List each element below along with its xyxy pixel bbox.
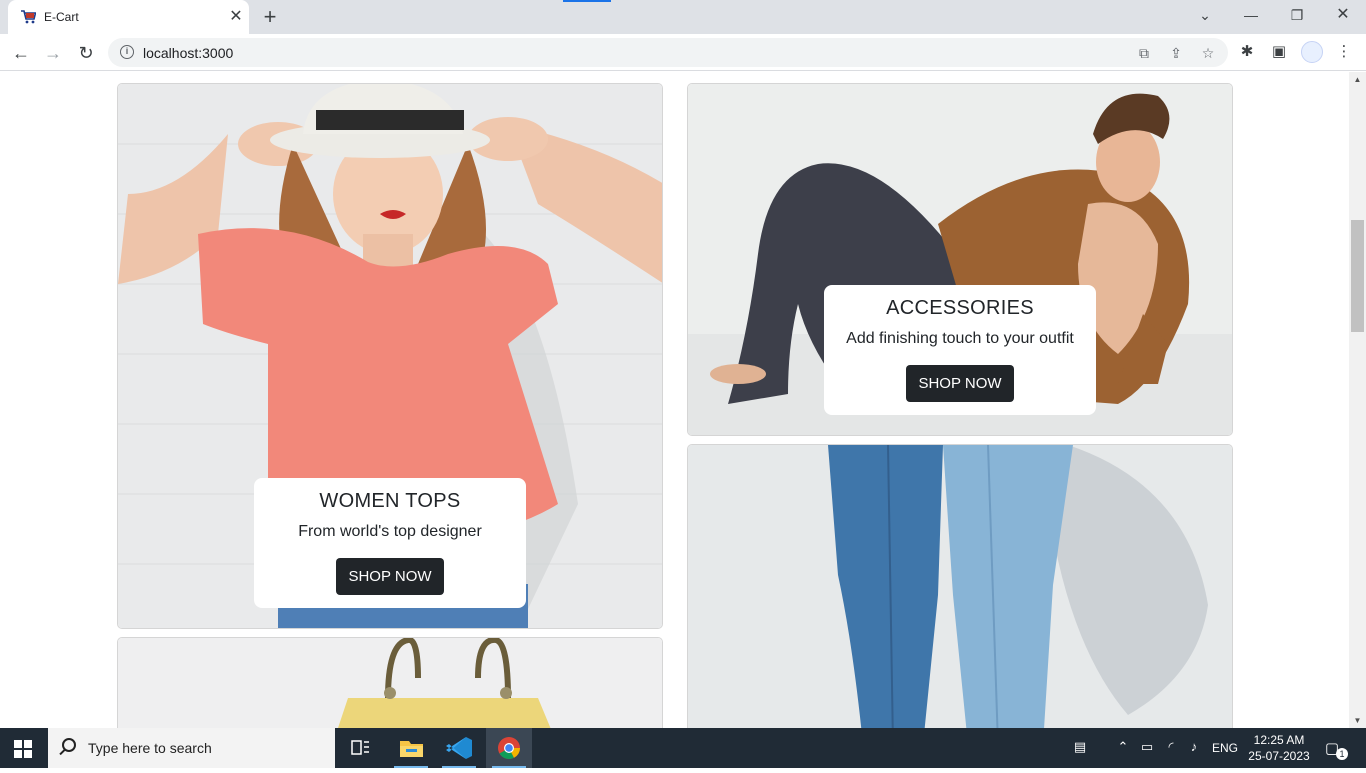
- tab-strip-indicator: [563, 0, 611, 2]
- women-tops-caption: WOMEN TOPS From world's top designer SHO…: [254, 478, 526, 608]
- restore-icon[interactable]: ❐: [1285, 4, 1309, 26]
- women-tops-card[interactable]: WOMEN TOPS From world's top designer SHO…: [117, 83, 663, 629]
- wifi-icon[interactable]: ◜: [1161, 739, 1181, 755]
- bag-image: [118, 638, 662, 728]
- browser-toolbar: ← → ↻ i localhost:3000 ⧉ ⇪ ☆ ✱ ▣ ⋮: [0, 34, 1366, 71]
- cart-icon: [21, 10, 36, 24]
- jeans-card[interactable]: [687, 444, 1233, 728]
- accessories-caption: ACCESSORIES Add finishing touch to your …: [824, 285, 1096, 415]
- reload-icon[interactable]: ↻: [73, 40, 99, 66]
- tab-close-icon[interactable]: ✕: [226, 7, 246, 27]
- new-tab-button[interactable]: +: [258, 6, 282, 28]
- minimize-icon[interactable]: —: [1239, 4, 1263, 26]
- show-hidden-icons-chevron-icon[interactable]: ⌃: [1113, 739, 1133, 755]
- notification-count-badge: 1: [1336, 748, 1348, 760]
- scroll-down-arrow-icon[interactable]: ▼: [1353, 716, 1362, 725]
- side-panel-icon[interactable]: ▣: [1268, 41, 1290, 63]
- taskbar-search-box[interactable]: Type here to search: [48, 728, 335, 768]
- tab-search-chevron-icon[interactable]: ⌄: [1193, 4, 1217, 26]
- open-in-app-icon[interactable]: ⧉: [1134, 43, 1154, 63]
- page-scrollbar[interactable]: ▲ ▼: [1349, 72, 1366, 728]
- women-tops-subtitle: From world's top designer: [298, 523, 482, 540]
- vscode-icon[interactable]: [436, 728, 482, 768]
- accessories-shop-now-button[interactable]: SHOP NOW: [906, 365, 1014, 402]
- tab-title: E-Cart: [44, 10, 79, 24]
- windows-start-icon[interactable]: [14, 740, 32, 758]
- bags-card[interactable]: [117, 637, 663, 728]
- page-viewport: WOMEN TOPS From world's top designer SHO…: [0, 72, 1349, 728]
- accessories-title: ACCESSORIES: [886, 297, 1034, 319]
- keyboard-layout-icon[interactable]: ▤: [1068, 739, 1092, 755]
- clock-date: 25-07-2023: [1248, 749, 1310, 763]
- women-tops-shop-now-button[interactable]: SHOP NOW: [336, 558, 444, 595]
- site-info-icon[interactable]: i: [120, 45, 134, 59]
- url-text: localhost:3000: [143, 45, 234, 61]
- search-icon: [62, 738, 76, 752]
- task-view-icon[interactable]: [337, 728, 383, 768]
- menu-kebab-icon[interactable]: ⋮: [1333, 41, 1355, 63]
- forward-icon[interactable]: →: [40, 40, 66, 66]
- scroll-up-arrow-icon[interactable]: ▲: [1353, 75, 1362, 84]
- taskbar-clock[interactable]: 12:25 AM 25-07-2023: [1244, 732, 1314, 764]
- share-icon[interactable]: ⇪: [1166, 43, 1186, 63]
- jeans-image: [688, 445, 1232, 728]
- battery-icon[interactable]: ▭: [1137, 739, 1157, 755]
- tab-ecart[interactable]: E-Cart ✕: [8, 0, 249, 34]
- windows-taskbar: Type here to search ▤ ⌃ ▭ ◜ ♪ ENG 12:25 …: [0, 728, 1366, 768]
- bookmark-star-icon[interactable]: ☆: [1198, 43, 1218, 63]
- chrome-icon[interactable]: [486, 728, 532, 768]
- taskbar-search-placeholder: Type here to search: [88, 740, 212, 756]
- tab-bar: E-Cart ✕ + ⌄ — ❐ ✕: [0, 0, 1366, 34]
- clock-time: 12:25 AM: [1253, 733, 1305, 747]
- back-icon[interactable]: ←: [8, 40, 34, 66]
- file-explorer-icon[interactable]: [388, 728, 434, 768]
- close-window-icon[interactable]: ✕: [1331, 4, 1355, 26]
- accessories-card[interactable]: ACCESSORIES Add finishing touch to your …: [687, 83, 1233, 436]
- volume-icon[interactable]: ♪: [1184, 739, 1204, 754]
- women-tops-title: WOMEN TOPS: [319, 490, 461, 512]
- profile-avatar[interactable]: [1301, 41, 1323, 63]
- scroll-thumb[interactable]: [1351, 220, 1364, 332]
- address-bar[interactable]: i localhost:3000 ⧉ ⇪ ☆: [108, 38, 1228, 67]
- language-indicator[interactable]: ENG: [1212, 741, 1238, 755]
- extensions-puzzle-icon[interactable]: ✱: [1236, 41, 1258, 63]
- accessories-subtitle: Add finishing touch to your outfit: [846, 330, 1074, 347]
